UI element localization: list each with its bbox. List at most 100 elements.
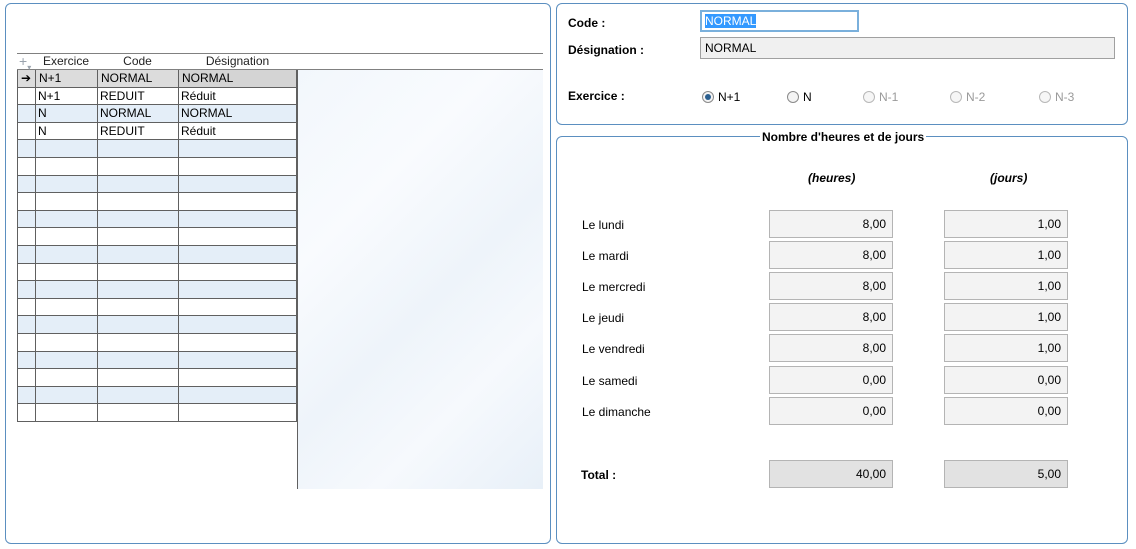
- day-label: Le mercredi: [582, 280, 646, 294]
- cell-code: [97, 351, 178, 369]
- grid-header: +▾ Exercice Code Désignation: [17, 53, 543, 72]
- table-row[interactable]: ➔ N+1 NORMAL NORMAL: [17, 70, 297, 88]
- cell-exercice: [35, 386, 97, 404]
- table-row[interactable]: [17, 333, 297, 352]
- hours-field[interactable]: 0,00: [769, 397, 893, 425]
- row-indicator: [17, 87, 35, 105]
- hours-field[interactable]: 0,00: [769, 366, 893, 394]
- radio-icon: [1039, 91, 1051, 103]
- add-column-plus-icon[interactable]: +▾: [17, 54, 35, 72]
- radio-selected-icon: [702, 91, 714, 103]
- days-field[interactable]: 0,00: [944, 397, 1068, 425]
- column-header-designation[interactable]: Désignation: [178, 54, 297, 70]
- cell-code: [97, 333, 178, 351]
- row-indicator: [17, 157, 35, 175]
- row-indicator: [17, 193, 35, 210]
- cell-designation: NORMAL: [178, 70, 297, 87]
- cell-exercice: [35, 333, 97, 351]
- days-field[interactable]: 1,00: [944, 334, 1068, 362]
- cell-exercice: [35, 245, 97, 263]
- cell-designation: [178, 140, 297, 157]
- cell-designation: Réduit: [178, 87, 297, 105]
- table-row[interactable]: [17, 157, 297, 176]
- cell-code: [97, 140, 178, 157]
- table-row[interactable]: [17, 281, 297, 299]
- cell-exercice: [35, 175, 97, 193]
- table-row[interactable]: [17, 228, 297, 246]
- cell-code: [97, 281, 178, 298]
- cell-designation: [178, 245, 297, 263]
- designation-field[interactable]: NORMAL: [700, 37, 1115, 59]
- table-row[interactable]: [17, 298, 297, 317]
- day-label: Le mardi: [582, 249, 629, 263]
- row-indicator: [17, 298, 35, 316]
- radio-icon: [950, 91, 962, 103]
- table-row[interactable]: [17, 210, 297, 229]
- hours-field[interactable]: 8,00: [769, 241, 893, 269]
- hours-column-header: (heures): [808, 171, 856, 185]
- row-indicator: [17, 316, 35, 333]
- cell-exercice: [35, 210, 97, 228]
- cell-designation: [178, 263, 297, 281]
- table-row[interactable]: [17, 386, 297, 405]
- days-field[interactable]: 0,00: [944, 366, 1068, 394]
- cell-code: [97, 245, 178, 263]
- table-row[interactable]: [17, 175, 297, 194]
- cell-designation: [178, 281, 297, 298]
- table-row[interactable]: N NORMAL NORMAL: [17, 105, 297, 123]
- cell-exercice: [35, 228, 97, 245]
- total-days-field: 5,00: [944, 460, 1068, 488]
- table-row[interactable]: [17, 316, 297, 334]
- row-indicator: [17, 369, 35, 386]
- row-indicator: [17, 105, 35, 122]
- grid-rows: ➔ N+1 NORMAL NORMAL N+1 REDUIT Réduit N NORMAL NO…: [17, 70, 297, 422]
- days-field[interactable]: 1,00: [944, 303, 1068, 331]
- row-indicator: [17, 263, 35, 281]
- table-row[interactable]: [17, 351, 297, 370]
- hours-field[interactable]: 8,00: [769, 334, 893, 362]
- cell-designation: [178, 369, 297, 386]
- column-header-exercice[interactable]: Exercice: [35, 54, 97, 70]
- cell-designation: [178, 193, 297, 210]
- row-indicator: [17, 281, 35, 298]
- column-header-code[interactable]: Code: [97, 54, 178, 70]
- cell-exercice: [35, 140, 97, 157]
- hours-field[interactable]: 8,00: [769, 272, 893, 300]
- cell-code: [97, 157, 178, 175]
- table-row[interactable]: [17, 245, 297, 264]
- radio-label: N-2: [966, 90, 986, 104]
- hours-field[interactable]: 8,00: [769, 303, 893, 331]
- cell-exercice: [35, 298, 97, 316]
- cell-code: NORMAL: [97, 105, 178, 122]
- days-field[interactable]: 1,00: [944, 241, 1068, 269]
- day-label: Le samedi: [582, 374, 638, 388]
- code-field[interactable]: NORMAL: [700, 10, 859, 32]
- row-indicator: [17, 122, 35, 140]
- days-field[interactable]: 1,00: [944, 210, 1068, 238]
- table-row[interactable]: N REDUIT Réduit: [17, 122, 297, 141]
- code-value: NORMAL: [705, 14, 757, 28]
- radio-icon: [787, 91, 799, 103]
- exercise-grid[interactable]: +▾ Exercice Code Désignation ➔ N+1 NORMAL N…: [17, 53, 543, 489]
- cell-designation: NORMAL: [178, 105, 297, 122]
- day-label: Le vendredi: [582, 342, 645, 356]
- table-row[interactable]: [17, 140, 297, 158]
- row-indicator: [17, 333, 35, 351]
- table-row[interactable]: [17, 369, 297, 387]
- cell-exercice: [35, 404, 97, 421]
- hours-field[interactable]: 8,00: [769, 210, 893, 238]
- day-label: Le lundi: [582, 218, 625, 232]
- cell-designation: [178, 298, 297, 316]
- radio-label: N+1: [718, 90, 741, 104]
- cell-code: [97, 316, 178, 333]
- table-row[interactable]: [17, 404, 297, 422]
- cell-exercice: N: [35, 105, 97, 122]
- table-row[interactable]: N+1 REDUIT Réduit: [17, 87, 297, 106]
- row-indicator: [17, 210, 35, 228]
- table-row[interactable]: [17, 193, 297, 211]
- day-label: Le dimanche: [582, 405, 651, 419]
- days-field[interactable]: 1,00: [944, 272, 1068, 300]
- detail-form-panel: Code : NORMAL Désignation : NORMAL Exerc…: [556, 3, 1128, 125]
- radio-label: N: [803, 90, 812, 104]
- table-row[interactable]: [17, 263, 297, 282]
